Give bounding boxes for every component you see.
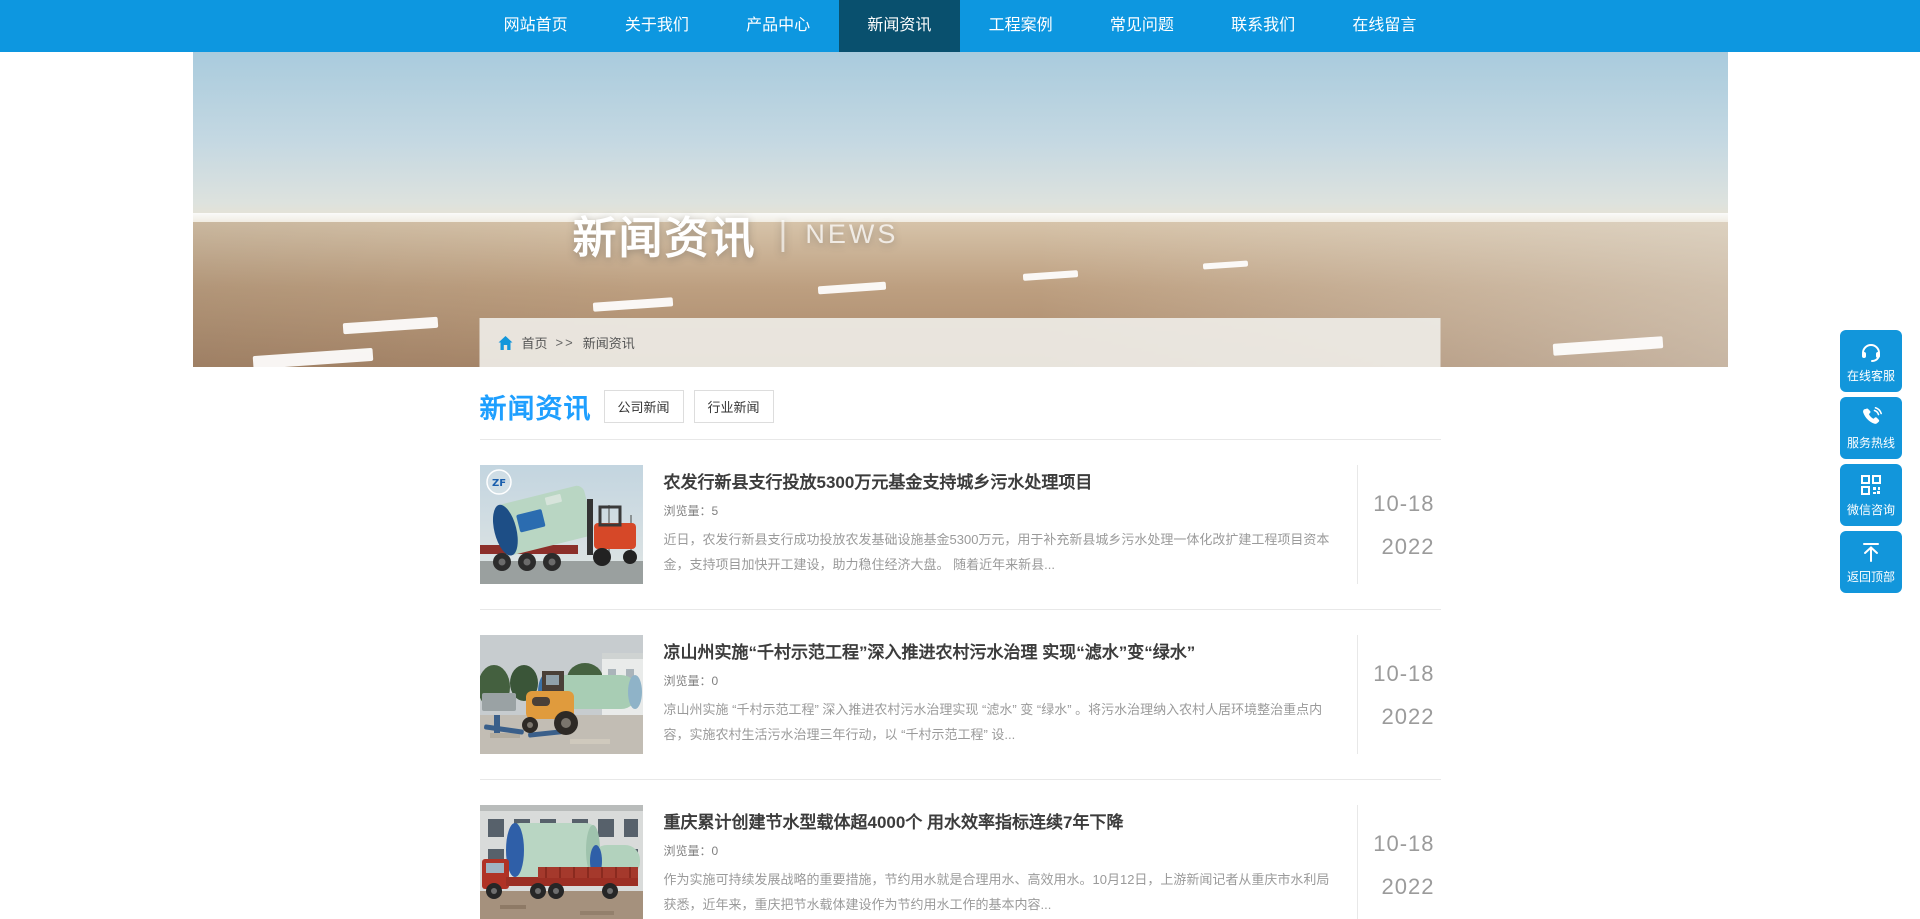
news-banner: 新闻资讯 | NEWS 首页 >> 新闻资讯 xyxy=(193,52,1728,367)
section-header: 新闻资讯 公司新闻 行业新闻 xyxy=(480,387,1441,440)
nav-item-faq[interactable]: 常见问题 xyxy=(1081,0,1202,52)
news-views: 浏览量：5 xyxy=(664,502,1339,519)
news-item-body: 重庆累计创建节水型载体超4000个 用水效率指标连续7年下降 浏览量：0 作为实… xyxy=(664,805,1357,919)
views-label: 浏览量： xyxy=(664,674,712,688)
back-to-top-icon xyxy=(1859,539,1883,565)
back-to-top-button[interactable]: 返回顶部 xyxy=(1840,531,1902,593)
news-date-year: 2022 xyxy=(1358,534,1435,560)
news-views: 浏览量：0 xyxy=(664,672,1339,689)
news-summary: 作为实施可持续发展战略的重要措施，节约用水就是合理用水、高效用水。10月12日，… xyxy=(664,868,1339,917)
banner-subtitle: NEWS xyxy=(805,219,898,250)
news-thumbnail-truck-two-tanks[interactable] xyxy=(480,805,643,919)
news-item: 凉山州实施“千村示范工程”深入推进农村污水治理 实现“滤水”变“绿水” 浏览量：… xyxy=(480,610,1441,780)
news-date-year: 2022 xyxy=(1358,704,1435,730)
views-count: 5 xyxy=(712,504,719,518)
nav-menu: 网站首页 关于我们 产品中心 新闻资讯 工程案例 常见问题 联系我们 在线留言 xyxy=(475,0,1445,52)
page-title: 新闻资讯 xyxy=(480,387,592,426)
breadcrumb-home-link[interactable]: 首页 xyxy=(522,333,548,352)
nav-item-contact[interactable]: 联系我们 xyxy=(1203,0,1324,52)
news-date-monthday: 10-18 xyxy=(1358,491,1435,517)
news-item-body: 农发行新县支行投放5300万元基金支持城乡污水处理项目 浏览量：5 近日，农发行… xyxy=(664,465,1357,584)
phone-icon xyxy=(1859,405,1883,431)
tab-company-news[interactable]: 公司新闻 xyxy=(604,390,684,423)
news-thumbnail-tank-on-trailer[interactable]: ZF xyxy=(480,465,643,584)
service-hotline-button[interactable]: 服务热线 xyxy=(1840,397,1902,459)
news-date-monthday: 10-18 xyxy=(1358,661,1435,687)
news-summary: 近日，农发行新县支行成功投放农发基础设施基金5300万元，用于补充新县城乡污水处… xyxy=(664,528,1339,577)
breadcrumb: 首页 >> 新闻资讯 xyxy=(480,318,1441,367)
nav-item-message[interactable]: 在线留言 xyxy=(1324,0,1445,52)
top-navigation-bar: 网站首页 关于我们 产品中心 新闻资讯 工程案例 常见问题 联系我们 在线留言 xyxy=(0,0,1920,52)
float-button-label: 微信咨询 xyxy=(1847,501,1895,518)
float-button-label: 在线客服 xyxy=(1847,367,1895,384)
headset-icon xyxy=(1859,338,1883,364)
news-main: 新闻资讯 公司新闻 行业新闻 xyxy=(480,387,1441,919)
floating-toolbar: 在线客服 服务热线 微信咨询 xyxy=(1840,330,1902,598)
float-button-label: 返回顶部 xyxy=(1847,568,1895,585)
news-item-body: 凉山州实施“千村示范工程”深入推进农村污水治理 实现“滤水”变“绿水” 浏览量：… xyxy=(664,635,1357,754)
home-icon xyxy=(498,335,514,351)
news-summary: 凉山州实施 “千村示范工程” 深入推进农村污水治理实现 “滤水” 变 “绿水” … xyxy=(664,698,1339,747)
news-thumbnail-forklift-tank-yard[interactable] xyxy=(480,635,643,754)
online-service-button[interactable]: 在线客服 xyxy=(1840,330,1902,392)
nav-item-products[interactable]: 产品中心 xyxy=(718,0,839,52)
nav-item-about[interactable]: 关于我们 xyxy=(596,0,717,52)
news-title-link[interactable]: 农发行新县支行投放5300万元基金支持城乡污水处理项目 xyxy=(664,468,1339,493)
float-button-label: 服务热线 xyxy=(1847,434,1895,451)
banner-divider: | xyxy=(779,215,788,254)
news-list: ZF 农发行新县支行投放5300万元基金支持城乡污水处理项目 浏览量：5 近日，… xyxy=(480,440,1441,919)
breadcrumb-separator: >> xyxy=(556,335,575,350)
views-count: 0 xyxy=(712,674,719,688)
nav-item-home[interactable]: 网站首页 xyxy=(475,0,596,52)
news-date-year: 2022 xyxy=(1358,874,1435,900)
views-label: 浏览量： xyxy=(664,504,712,518)
news-date-monthday: 10-18 xyxy=(1358,831,1435,857)
news-title-link[interactable]: 凉山州实施“千村示范工程”深入推进农村污水治理 实现“滤水”变“绿水” xyxy=(664,638,1339,663)
news-item: 重庆累计创建节水型载体超4000个 用水效率指标连续7年下降 浏览量：0 作为实… xyxy=(480,780,1441,919)
news-views: 浏览量：0 xyxy=(664,842,1339,859)
tab-industry-news[interactable]: 行业新闻 xyxy=(694,390,774,423)
svg-text:ZF: ZF xyxy=(491,478,505,489)
qrcode-icon xyxy=(1859,472,1883,498)
nav-item-projects[interactable]: 工程案例 xyxy=(960,0,1081,52)
wechat-consult-button[interactable]: 微信咨询 xyxy=(1840,464,1902,526)
nav-item-news[interactable]: 新闻资讯 xyxy=(839,0,960,52)
views-count: 0 xyxy=(712,844,719,858)
banner-guardrail-graphic xyxy=(193,213,1728,222)
news-title-link[interactable]: 重庆累计创建节水型载体超4000个 用水效率指标连续7年下降 xyxy=(664,808,1339,833)
news-date: 10-18 2022 xyxy=(1357,635,1441,754)
news-item: ZF 农发行新县支行投放5300万元基金支持城乡污水处理项目 浏览量：5 近日，… xyxy=(480,440,1441,610)
news-date: 10-18 2022 xyxy=(1357,805,1441,919)
news-date: 10-18 2022 xyxy=(1357,465,1441,584)
breadcrumb-current: 新闻资讯 xyxy=(583,333,635,352)
views-label: 浏览量： xyxy=(664,844,712,858)
banner-heading: 新闻资讯 | NEWS xyxy=(573,202,899,266)
banner-title: 新闻资讯 xyxy=(573,202,757,266)
